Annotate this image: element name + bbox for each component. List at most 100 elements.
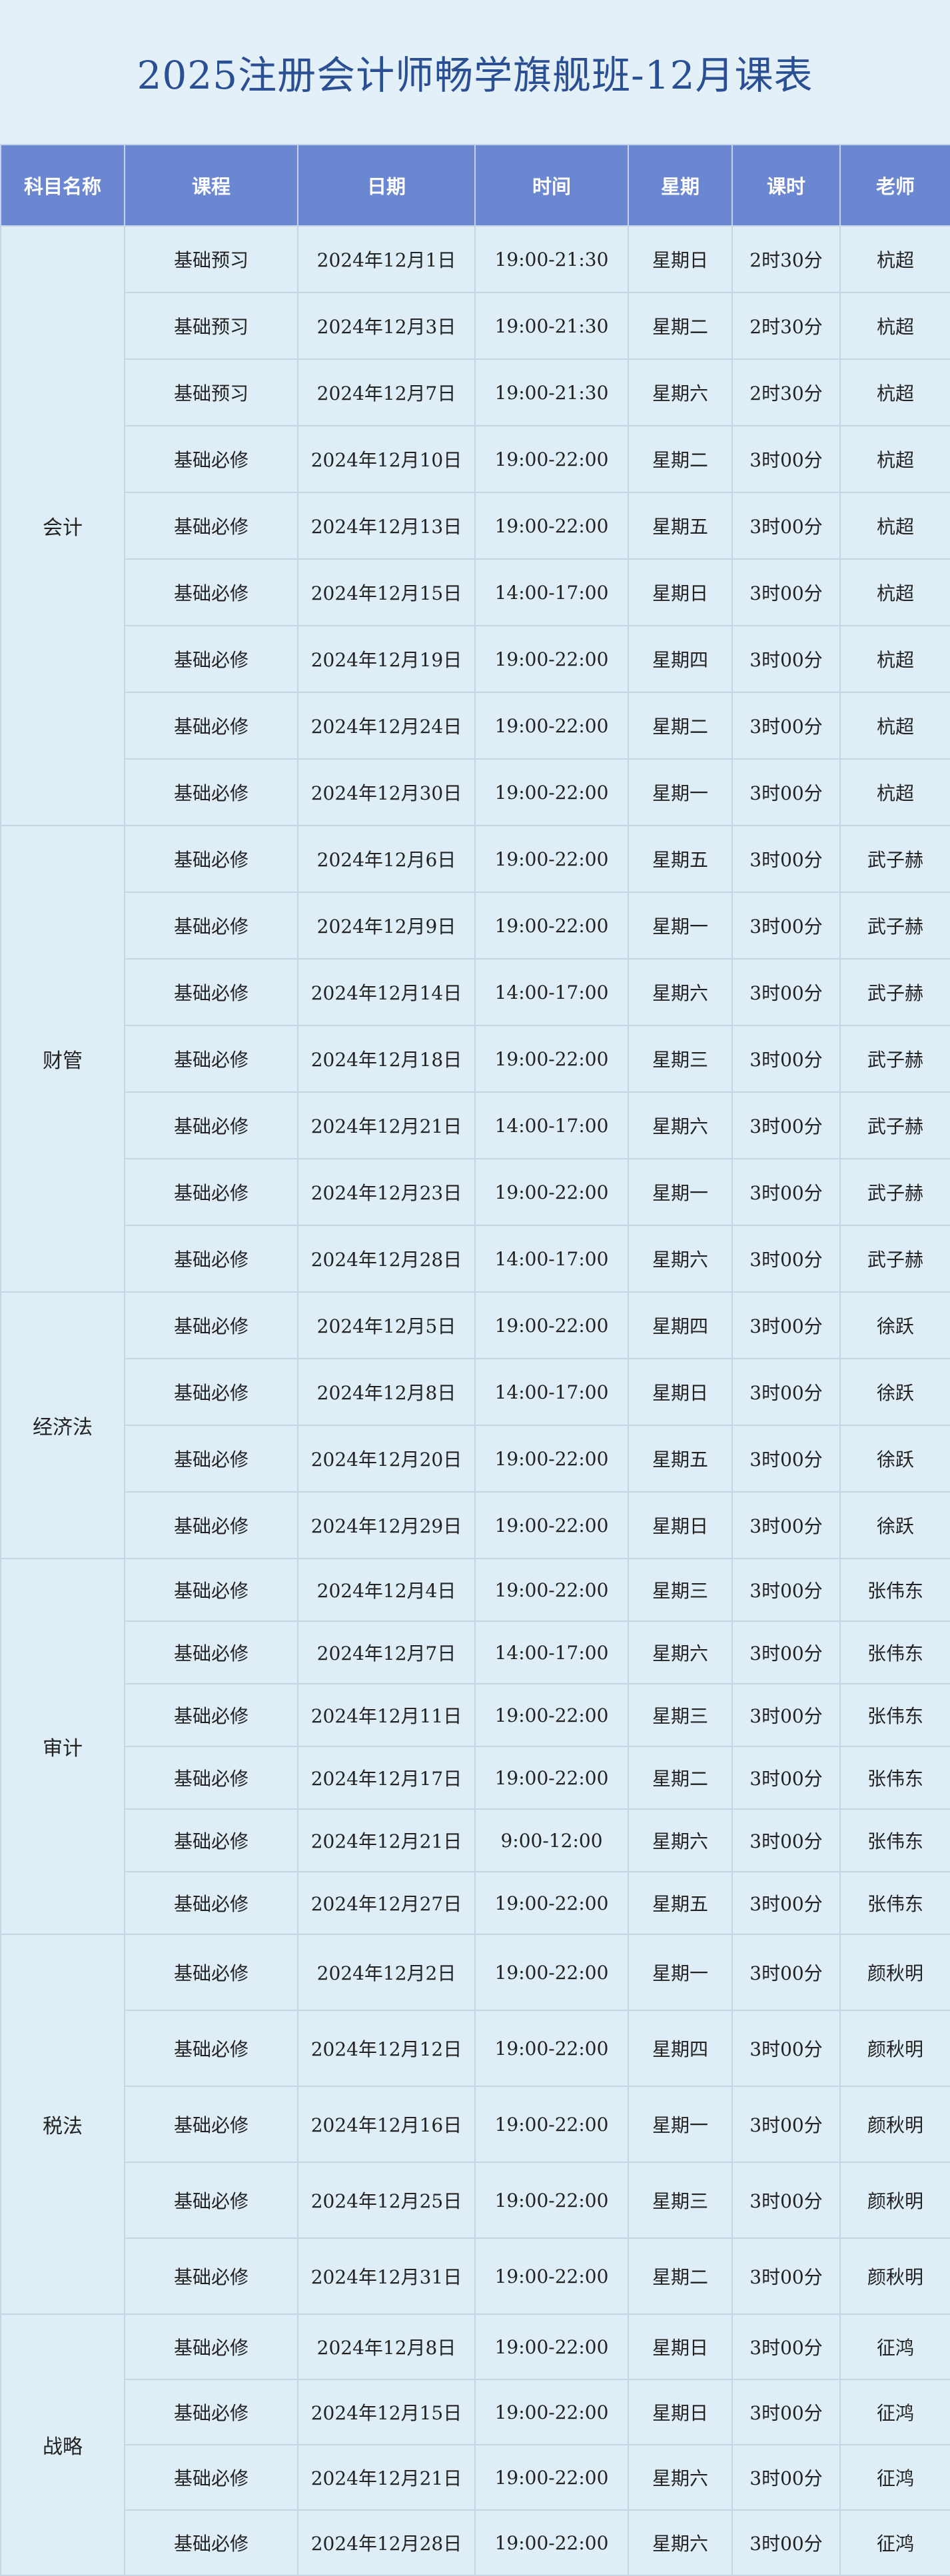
weekday-cell: 星期日 bbox=[628, 2379, 733, 2445]
date-cell: 2024年12月15日 bbox=[297, 2379, 476, 2445]
time-cell: 19:00-22:00 bbox=[474, 2086, 629, 2163]
date-cell: 2024年12月25日 bbox=[297, 2162, 476, 2239]
course-cell: 基础必修 bbox=[124, 2086, 298, 2163]
course-cell: 基础必修 bbox=[124, 1808, 298, 1872]
weekday-cell: 星期日 bbox=[628, 1491, 733, 1559]
weekday-cell: 星期二 bbox=[628, 1746, 733, 1810]
schedule-table: 科目名称 课程 日期 时间 星期 课时 老师 会计 基础预习 2024年12月1日 1… bbox=[0, 144, 950, 2576]
date-cell: 2024年12月31日 bbox=[297, 2238, 476, 2315]
teacher-cell: 张伟东 bbox=[839, 1871, 950, 1935]
duration-cell: 3时00分 bbox=[731, 492, 841, 560]
table-row: 基础必修 2024年12月27日 19:00-22:00 星期五 3时00分 张伟东 bbox=[1, 1871, 950, 1935]
course-cell: 基础必修 bbox=[124, 2162, 298, 2239]
date-cell: 2024年12月17日 bbox=[297, 1746, 476, 1810]
date-cell: 2024年12月3日 bbox=[297, 292, 476, 360]
weekday-cell: 星期六 bbox=[628, 358, 733, 426]
time-cell: 19:00-22:00 bbox=[474, 1934, 629, 2011]
teacher-cell: 征鸿 bbox=[839, 2444, 950, 2511]
table-row: 基础必修 2024年12月9日 19:00-22:00 星期一 3时00分 武子赫 bbox=[1, 892, 950, 960]
schedule-body: 会计 基础预习 2024年12月1日 19:00-21:30 星期日 2时30分 杭超 基础预… bbox=[0, 225, 950, 2576]
teacher-cell: 武子赫 bbox=[839, 1225, 950, 1293]
weekday-cell: 星期日 bbox=[628, 1358, 733, 1426]
duration-cell: 3时00分 bbox=[731, 1091, 841, 1159]
duration-cell: 3时00分 bbox=[731, 1871, 841, 1935]
table-row: 基础必修 2024年12月19日 19:00-22:00 星期四 3时00分 杭超 bbox=[1, 625, 950, 693]
table-row: 基础必修 2024年12月28日 19:00-22:00 星期六 3时00分 征鸿 bbox=[1, 2509, 950, 2576]
teacher-cell: 征鸿 bbox=[839, 2313, 950, 2380]
header-date: 日期 bbox=[297, 144, 476, 227]
duration-cell: 3时00分 bbox=[731, 2313, 841, 2380]
teacher-cell: 武子赫 bbox=[839, 1158, 950, 1226]
time-cell: 14:00-17:00 bbox=[474, 1091, 629, 1159]
header-weekday: 星期 bbox=[628, 144, 733, 227]
teacher-cell: 颜秋明 bbox=[839, 2238, 950, 2315]
course-cell: 基础必修 bbox=[124, 2444, 298, 2511]
course-cell: 基础必修 bbox=[124, 1225, 298, 1293]
date-cell: 2024年12月10日 bbox=[297, 425, 476, 493]
table-row: 基础必修 2024年12月14日 14:00-17:00 星期六 3时00分 武子赫 bbox=[1, 958, 950, 1026]
teacher-cell: 杭超 bbox=[839, 292, 950, 360]
subject-cell: 战略 bbox=[0, 2313, 125, 2576]
duration-cell: 3时00分 bbox=[731, 558, 841, 626]
teacher-cell: 杭超 bbox=[839, 758, 950, 826]
table-row: 基础必修 2024年12月11日 19:00-22:00 星期三 3时00分 张伟东 bbox=[1, 1683, 950, 1747]
time-cell: 19:00-22:00 bbox=[474, 825, 629, 893]
weekday-cell: 星期六 bbox=[628, 1091, 733, 1159]
time-cell: 19:00-21:30 bbox=[474, 225, 629, 293]
teacher-cell: 杭超 bbox=[839, 625, 950, 693]
weekday-cell: 星期六 bbox=[628, 1808, 733, 1872]
table-row: 基础必修 2024年12月21日 19:00-22:00 星期六 3时00分 征鸿 bbox=[1, 2444, 950, 2511]
time-cell: 19:00-22:00 bbox=[474, 758, 629, 826]
duration-cell: 3时00分 bbox=[731, 1683, 841, 1747]
duration-cell: 3时00分 bbox=[731, 1491, 841, 1559]
weekday-cell: 星期三 bbox=[628, 1025, 733, 1093]
table-row: 基础必修 2024年12月20日 19:00-22:00 星期五 3时00分 徐跃 bbox=[1, 1425, 950, 1493]
date-cell: 2024年12月5日 bbox=[297, 1291, 476, 1359]
weekday-cell: 星期一 bbox=[628, 892, 733, 960]
course-cell: 基础必修 bbox=[124, 1158, 298, 1226]
time-cell: 14:00-17:00 bbox=[474, 558, 629, 626]
teacher-cell: 杭超 bbox=[839, 492, 950, 560]
teacher-cell: 张伟东 bbox=[839, 1620, 950, 1684]
course-cell: 基础必修 bbox=[124, 1425, 298, 1493]
date-cell: 2024年12月21日 bbox=[297, 2444, 476, 2511]
duration-cell: 2时30分 bbox=[731, 292, 841, 360]
duration-cell: 2时30分 bbox=[731, 358, 841, 426]
weekday-cell: 星期四 bbox=[628, 1291, 733, 1359]
teacher-cell: 杭超 bbox=[839, 558, 950, 626]
date-cell: 2024年12月13日 bbox=[297, 492, 476, 560]
time-cell: 19:00-22:00 bbox=[474, 2010, 629, 2087]
table-row: 会计 基础预习 2024年12月1日 19:00-21:30 星期日 2时30分 杭超 bbox=[0, 225, 950, 826]
duration-cell: 3时00分 bbox=[731, 892, 841, 960]
header-teacher: 老师 bbox=[839, 144, 950, 227]
date-cell: 2024年12月12日 bbox=[297, 2010, 476, 2087]
teacher-cell: 武子赫 bbox=[839, 892, 950, 960]
duration-cell: 3时00分 bbox=[731, 692, 841, 760]
time-cell: 19:00-22:00 bbox=[474, 1683, 629, 1747]
duration-cell: 3时00分 bbox=[731, 2379, 841, 2445]
time-cell: 14:00-17:00 bbox=[474, 1620, 629, 1684]
course-cell: 基础必修 bbox=[124, 1746, 298, 1810]
weekday-cell: 星期一 bbox=[628, 758, 733, 826]
table-row: 基础必修 2024年12月24日 19:00-22:00 星期二 3时00分 杭超 bbox=[1, 692, 950, 760]
duration-cell: 3时00分 bbox=[731, 2010, 841, 2087]
time-cell: 19:00-22:00 bbox=[474, 2162, 629, 2239]
course-cell: 基础必修 bbox=[124, 1025, 298, 1093]
date-cell: 2024年12月30日 bbox=[297, 758, 476, 826]
course-cell: 基础预习 bbox=[124, 292, 298, 360]
table-row: 基础必修 2024年12月17日 19:00-22:00 星期二 3时00分 张伟东 bbox=[1, 1746, 950, 1810]
table-row: 税法 基础必修 2024年12月2日 19:00-22:00 星期一 3时00分 颜秋明 bbox=[0, 1934, 950, 2315]
table-row: 财管 基础必修 2024年12月6日 19:00-22:00 星期五 3时00分 武子赫 bbox=[0, 825, 950, 1293]
time-cell: 19:00-22:00 bbox=[474, 1025, 629, 1093]
course-cell: 基础必修 bbox=[124, 1358, 298, 1426]
duration-cell: 3时00分 bbox=[731, 425, 841, 493]
weekday-cell: 星期一 bbox=[628, 1934, 733, 2011]
teacher-cell: 颜秋明 bbox=[839, 2086, 950, 2163]
page-title: 2025注册会计师畅学旗舰班-12月课表 bbox=[137, 53, 813, 98]
time-cell: 9:00-12:00 bbox=[474, 1808, 629, 1872]
time-cell: 19:00-22:00 bbox=[474, 1425, 629, 1493]
weekday-cell: 星期三 bbox=[628, 1683, 733, 1747]
date-cell: 2024年12月23日 bbox=[297, 1158, 476, 1226]
header-time: 时间 bbox=[474, 144, 629, 227]
time-cell: 19:00-22:00 bbox=[474, 2444, 629, 2511]
